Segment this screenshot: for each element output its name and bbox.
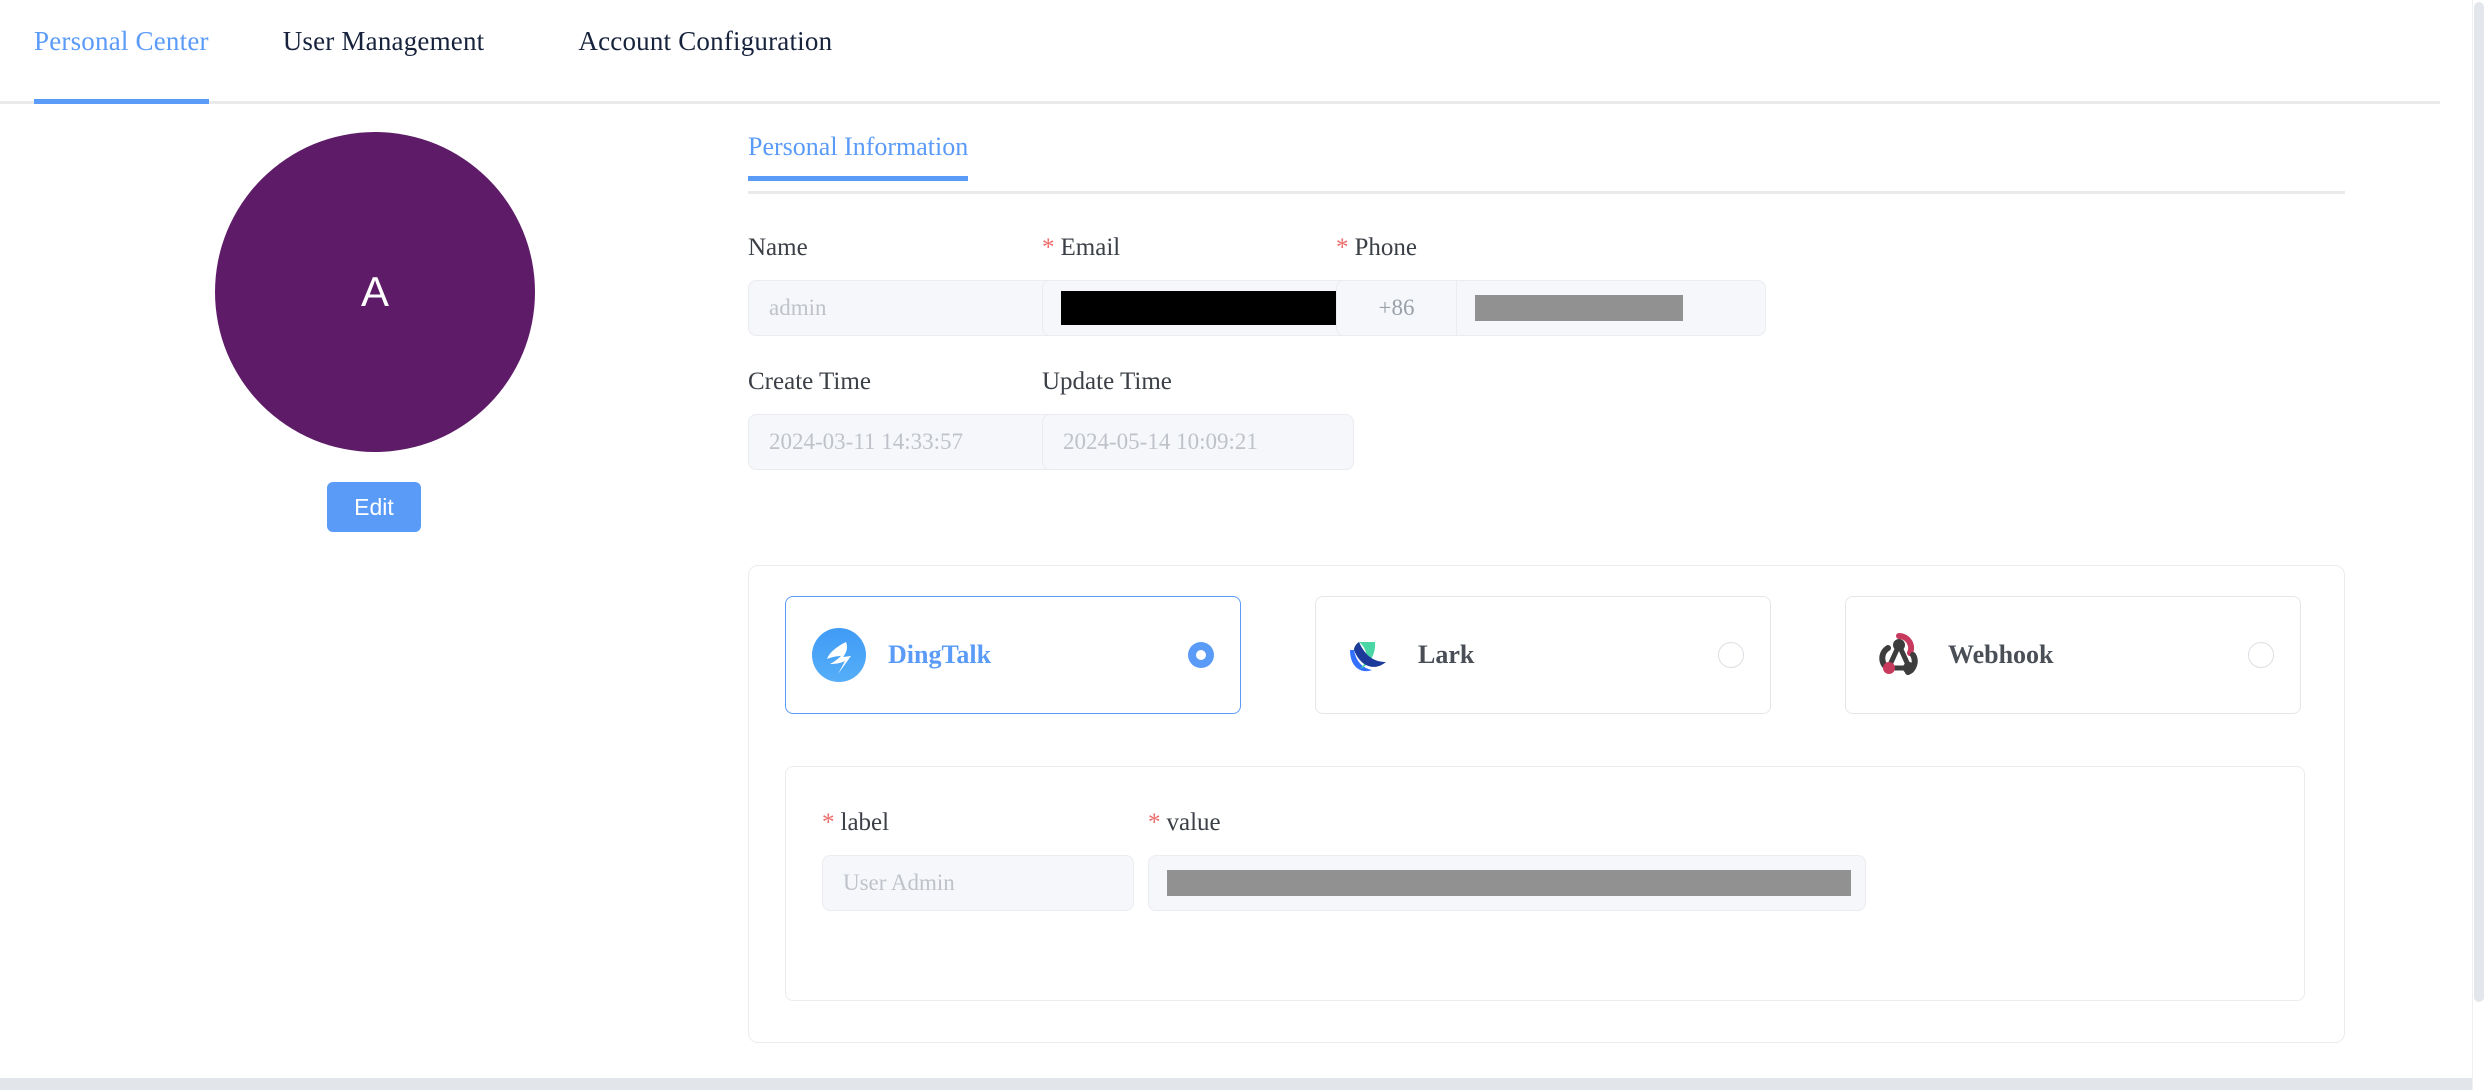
provider-webhook-radio[interactable] [2248, 642, 2274, 668]
field-config-value-caption: *value [1148, 809, 1866, 837]
create-time-value: 2024-03-11 14:33:57 [769, 429, 963, 455]
field-config-label-text: label [841, 809, 890, 836]
field-name-label: Name [748, 234, 1060, 262]
field-phone: *Phone +86 [1336, 234, 1766, 336]
tab-user-management-label: User Management [283, 26, 485, 57]
update-time-input[interactable]: 2024-05-14 10:09:21 [1042, 414, 1354, 470]
config-label-placeholder: User Admin [843, 870, 955, 896]
field-config-label-caption: *label [822, 809, 1134, 837]
field-email-label-text: Email [1061, 234, 1121, 261]
config-value-redaction-bar [1167, 870, 1851, 896]
create-time-input[interactable]: 2024-03-11 14:33:57 [748, 414, 1060, 470]
config-label-required-marker: * [822, 809, 835, 836]
email-required-marker: * [1042, 234, 1055, 261]
phone-country-code-select[interactable]: +86 [1337, 281, 1457, 335]
phone-required-marker: * [1336, 234, 1349, 261]
main-tab-bar: Personal Center User Management Account … [0, 0, 2440, 104]
bottom-band [0, 1078, 2472, 1090]
email-redaction-bar [1061, 291, 1339, 325]
config-label-input[interactable]: User Admin [822, 855, 1134, 911]
provider-dingtalk-radio[interactable] [1188, 642, 1214, 668]
phone-redaction-bar [1475, 295, 1683, 321]
section-header: Personal Information [748, 132, 2345, 194]
field-config-value: *value [1148, 809, 1866, 911]
lark-logo-icon [1342, 628, 1396, 682]
field-create-time-label: Create Time [748, 368, 1060, 396]
name-input[interactable]: admin [748, 280, 1060, 336]
field-update-time-label-text: Update Time [1042, 368, 1172, 395]
field-config-value-text: value [1167, 809, 1221, 836]
avatar[interactable]: A [215, 132, 535, 452]
tab-personal-center-label: Personal Center [34, 26, 209, 57]
phone-number-input[interactable] [1457, 281, 1765, 335]
field-create-time: Create Time 2024-03-11 14:33:57 [748, 368, 1060, 470]
provider-config-row: *label User Admin *value [822, 809, 1866, 911]
provider-dingtalk-label: DingTalk [888, 640, 1188, 670]
section-tab-personal-information[interactable]: Personal Information [748, 132, 968, 178]
provider-config-card: *label User Admin *value [785, 766, 2305, 1001]
provider-webhook-label: Webhook [1948, 640, 2248, 670]
update-time-value: 2024-05-14 10:09:21 [1063, 429, 1258, 455]
webhook-logo-icon [1872, 628, 1926, 682]
dingtalk-logo-icon [812, 628, 866, 682]
name-input-placeholder: admin [769, 295, 827, 321]
personal-center-page: Personal Center User Management Account … [0, 0, 2486, 1090]
config-value-input[interactable] [1148, 855, 1866, 911]
provider-option-dingtalk[interactable]: DingTalk [785, 596, 1241, 714]
field-create-time-label-text: Create Time [748, 368, 871, 395]
notification-provider-card: DingTalk Lark [748, 565, 2345, 1043]
field-phone-label-text: Phone [1355, 234, 1418, 261]
provider-options-row: DingTalk Lark [785, 596, 2301, 714]
field-name: Name admin [748, 234, 1060, 336]
field-update-time: Update Time 2024-05-14 10:09:21 [1042, 368, 1354, 470]
provider-option-lark[interactable]: Lark [1315, 596, 1771, 714]
vertical-scrollbar-track[interactable] [2472, 0, 2486, 1090]
vertical-scrollbar-thumb[interactable] [2474, 2, 2484, 1002]
avatar-initial: A [361, 268, 389, 316]
config-value-required-marker: * [1148, 809, 1161, 836]
personal-information-panel: Personal Information Name admin *Email [748, 132, 2348, 478]
phone-country-code-value: +86 [1379, 295, 1415, 321]
field-row-primary: Name admin *Email *Phone [748, 234, 2348, 344]
email-input[interactable] [1042, 280, 1354, 336]
avatar-column: A Edit [215, 132, 535, 452]
field-phone-label: *Phone [1336, 234, 1766, 262]
tab-personal-center[interactable]: Personal Center [34, 0, 209, 101]
field-email-label: *Email [1042, 234, 1354, 262]
field-row-timestamps: Create Time 2024-03-11 14:33:57 Update T… [748, 368, 2348, 478]
edit-avatar-button[interactable]: Edit [327, 482, 421, 532]
provider-lark-radio[interactable] [1718, 642, 1744, 668]
field-email: *Email [1042, 234, 1354, 336]
field-update-time-label: Update Time [1042, 368, 1354, 396]
provider-option-webhook[interactable]: Webhook [1845, 596, 2301, 714]
provider-lark-label: Lark [1418, 640, 1718, 670]
edit-avatar-button-label: Edit [354, 494, 394, 521]
phone-input-group: +86 [1336, 280, 1766, 336]
field-name-label-text: Name [748, 234, 808, 261]
tab-account-configuration[interactable]: Account Configuration [578, 0, 832, 101]
field-config-label: *label User Admin [822, 809, 1134, 911]
tab-user-management[interactable]: User Management [283, 0, 485, 101]
section-title-label: Personal Information [748, 132, 968, 161]
tab-account-configuration-label: Account Configuration [578, 26, 832, 57]
